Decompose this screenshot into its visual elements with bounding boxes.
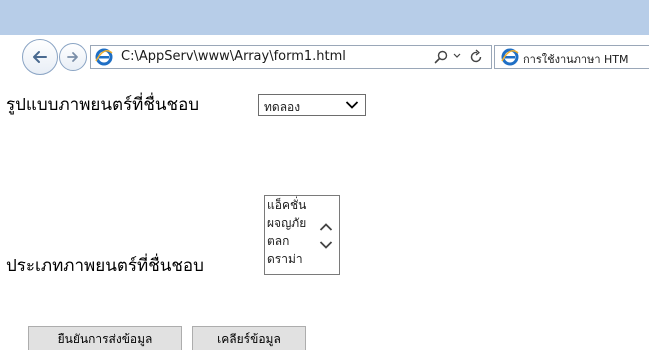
movie-genre-label: ประเภทภาพยนตร์ที่ชื่นชอบ bbox=[6, 256, 204, 276]
list-item[interactable]: ตลก bbox=[267, 232, 289, 250]
page-content: รูปแบบภาพยนตร์ที่ชื่นชอบ ทดลอง ประเภทภาพ… bbox=[0, 85, 649, 350]
refresh-icon[interactable] bbox=[468, 49, 484, 65]
select-value: ทดลอง bbox=[264, 100, 301, 114]
movie-genre-listbox[interactable]: แอ็คชั่น ผจญภัย ตลก ดราม่า bbox=[264, 195, 340, 275]
address-url: C:\AppServ\www\Array\form1.html bbox=[121, 49, 346, 64]
forward-button[interactable] bbox=[59, 43, 87, 71]
address-bar[interactable]: C:\AppServ\www\Array\form1.html bbox=[90, 45, 492, 69]
list-item[interactable]: แอ็คชั่น bbox=[267, 196, 306, 214]
back-button[interactable] bbox=[22, 39, 58, 75]
list-item[interactable]: ผจญภัย bbox=[267, 214, 306, 232]
ie-logo-icon bbox=[501, 48, 519, 66]
navigation-bar: C:\AppServ\www\Array\form1.html การใช้งา… bbox=[0, 35, 649, 85]
list-item[interactable]: ดราม่า bbox=[267, 250, 303, 268]
title-bar bbox=[0, 0, 649, 35]
ie-logo-icon bbox=[95, 48, 113, 66]
movie-style-select[interactable]: ทดลอง bbox=[258, 94, 366, 116]
browser-tab[interactable]: การใช้งานภาษา HTM bbox=[494, 45, 649, 69]
chevron-down-icon[interactable] bbox=[453, 53, 461, 59]
chevron-down-icon[interactable] bbox=[319, 240, 333, 250]
back-arrow-icon bbox=[33, 51, 47, 63]
submit-button[interactable]: ยืนยันการส่งข้อมูล bbox=[28, 326, 182, 350]
chevron-down-icon bbox=[345, 101, 359, 109]
search-icon[interactable] bbox=[433, 49, 449, 65]
movie-style-label: รูปแบบภาพยนตร์ที่ชื่นชอบ bbox=[6, 95, 200, 115]
reset-button[interactable]: เคลียร์ข้อมูล bbox=[192, 326, 306, 350]
chevron-up-icon[interactable] bbox=[319, 222, 333, 232]
browser-window: C:\AppServ\www\Array\form1.html การใช้งา… bbox=[0, 0, 649, 350]
forward-arrow-icon bbox=[67, 52, 78, 62]
tab-title: การใช้งานภาษา HTM bbox=[523, 53, 629, 66]
